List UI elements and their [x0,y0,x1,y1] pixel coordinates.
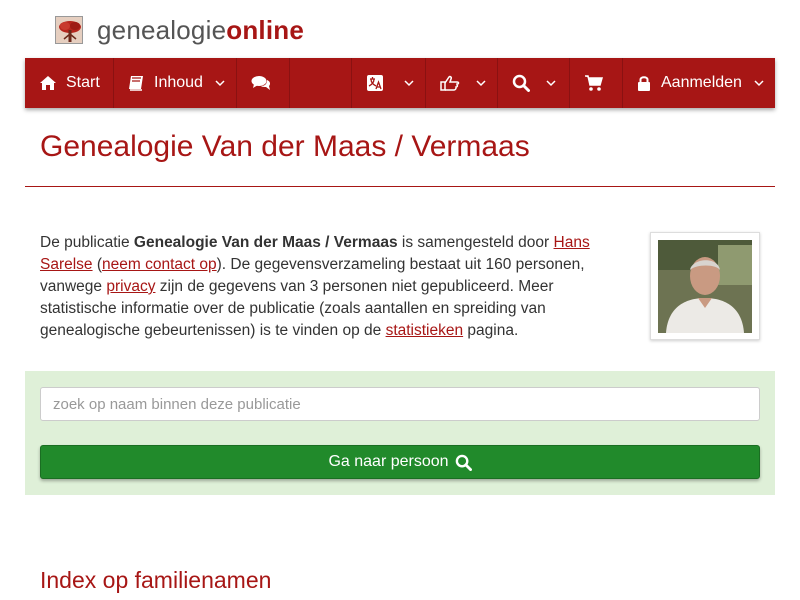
nav-start-label: Start [66,74,100,91]
person-search-input[interactable] [40,387,760,421]
thumbs-up-icon [440,75,460,91]
title-divider [25,186,775,187]
nav-share-dropdown[interactable] [426,58,498,108]
search-icon [455,454,472,471]
nav-language-dropdown[interactable] [352,58,426,108]
nav-login-dropdown[interactable]: Aanmelden [623,58,775,108]
lock-icon [637,75,651,92]
nav-spacer [290,58,352,108]
publication-name: Genealogie Van der Maas / Vermaas [133,234,398,251]
nav-login-label: Aanmelden [661,74,742,91]
comments-icon [251,75,271,91]
go-to-person-label: Ga naar persoon [328,453,449,470]
statistics-link[interactable]: statistieken [386,322,464,339]
intro-text-3: ( [92,256,103,273]
chevron-down-icon [476,79,486,87]
intro-text-2: is samengesteld door [397,234,554,251]
contact-link[interactable]: neem contact op [102,256,217,273]
translate-icon [366,74,384,92]
nav-cart[interactable] [570,58,623,108]
main-navbar: Start Inhoud Aanmelden [25,58,775,108]
nav-search-dropdown[interactable] [498,58,570,108]
author-photo [658,240,752,333]
person-search-panel: Ga naar persoon [25,371,775,495]
intro-text-1: De publicatie [40,234,134,251]
chevron-down-icon [215,79,225,87]
search-icon [512,74,530,92]
page-title: Genealogie Van der Maas / Vermaas [40,130,530,163]
nav-content-label: Inhoud [154,74,203,91]
chevron-down-icon [404,79,414,87]
book-icon [128,75,145,91]
logo-text-part2: online [226,14,304,45]
cart-icon [584,74,604,92]
chevron-down-icon [546,79,556,87]
intro-text-6: pagina. [463,322,519,339]
home-icon [39,75,57,91]
site-name: genealogieonline [97,15,304,46]
publication-intro: De publicatie Genealogie Van der Maas / … [40,232,625,342]
tree-logo-icon [55,16,83,44]
surname-index-heading: Index op familienamen [40,567,272,593]
chevron-down-icon [754,79,764,87]
logo-text-part1: genealogie [97,14,227,45]
nav-content-dropdown[interactable]: Inhoud [114,58,237,108]
go-to-person-button[interactable]: Ga naar persoon [40,445,760,479]
author-photo-frame[interactable] [650,232,760,340]
nav-comments[interactable] [237,58,290,108]
privacy-link[interactable]: privacy [106,278,155,295]
site-logo[interactable]: genealogieonline [55,14,304,46]
nav-start[interactable]: Start [25,58,114,108]
